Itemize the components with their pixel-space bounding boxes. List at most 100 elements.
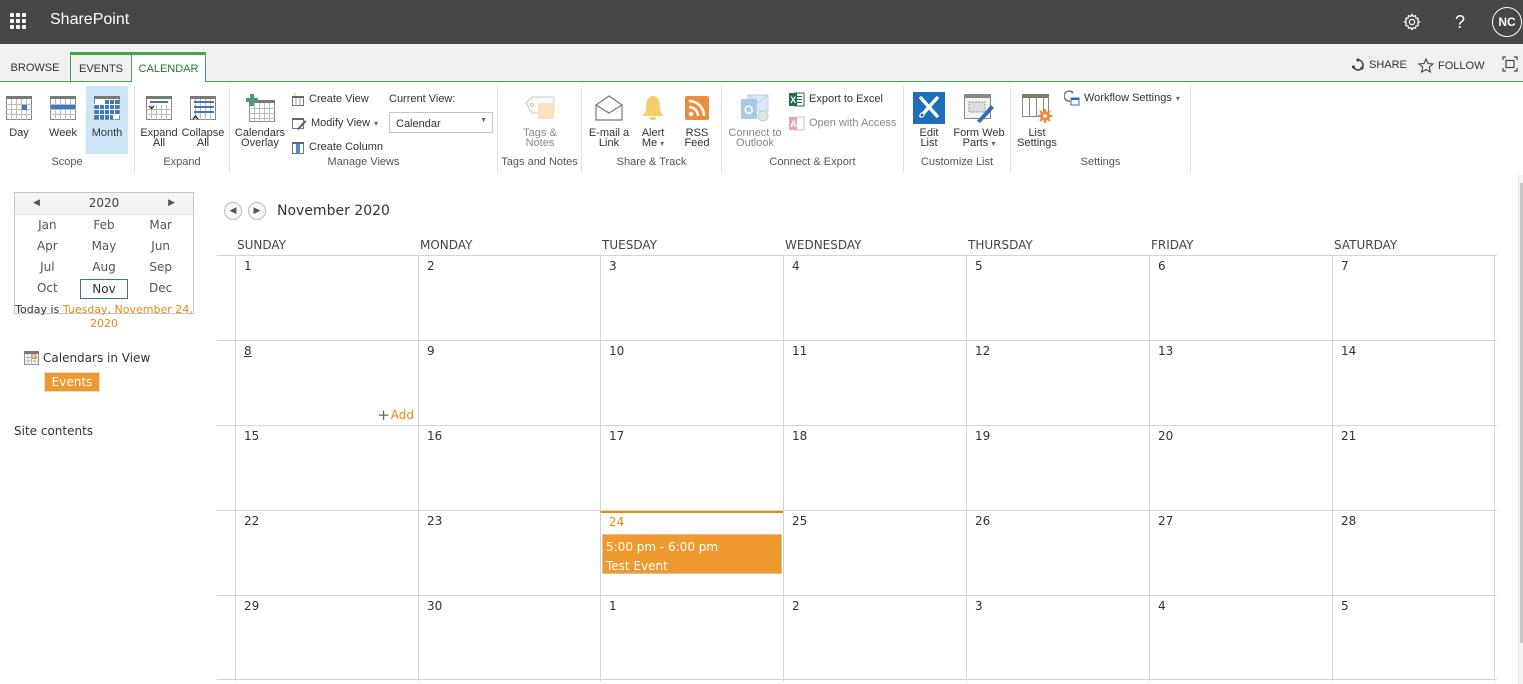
day-cell[interactable]: 28: [1332, 511, 1495, 596]
day-number-link[interactable]: 2: [792, 599, 800, 613]
site-contents-link[interactable]: Site contents: [14, 424, 93, 438]
settings-gear-icon[interactable]: [1398, 8, 1426, 36]
events-calendar-chip[interactable]: Events: [44, 372, 100, 392]
month-option-jun[interactable]: Jun: [132, 237, 189, 257]
month-option-sep[interactable]: Sep: [132, 258, 189, 278]
edit-list-button[interactable]: Edit List: [909, 86, 949, 154]
month-option-apr[interactable]: Apr: [19, 237, 76, 257]
rss-feed-button[interactable]: RSS Feed: [676, 86, 718, 154]
focus-on-content-button[interactable]: [1502, 56, 1518, 72]
form-web-parts-button[interactable]: Form Web Parts ▾: [951, 86, 1007, 154]
share-button[interactable]: SHARE: [1351, 58, 1407, 72]
day-number-link[interactable]: 1: [609, 599, 617, 613]
email-link-button[interactable]: E-mail a Link: [586, 86, 632, 154]
day-cell[interactable]: 30: [418, 596, 600, 681]
day-number-link[interactable]: 11: [792, 344, 807, 358]
day-cell[interactable]: 8 + Add: [235, 341, 418, 426]
day-cell[interactable]: 17: [600, 426, 783, 511]
day-number-link[interactable]: 7: [1341, 259, 1349, 273]
day-number-link[interactable]: 9: [427, 344, 435, 358]
day-number-link[interactable]: 17: [609, 429, 624, 443]
month-option-may[interactable]: May: [76, 237, 133, 257]
day-cell[interactable]: 13: [1149, 341, 1332, 426]
day-cell[interactable]: 7: [1332, 256, 1495, 341]
next-month-button[interactable]: ▶: [248, 202, 266, 220]
day-cell[interactable]: 20: [1149, 426, 1332, 511]
day-number-link[interactable]: 2: [427, 259, 435, 273]
list-settings-button[interactable]: List Settings: [1015, 86, 1059, 154]
alert-me-button[interactable]: Alert Me ▾: [636, 86, 670, 154]
day-number-link[interactable]: 28: [1341, 514, 1356, 528]
app-name[interactable]: SharePoint: [50, 11, 129, 29]
calendars-overlay-button[interactable]: Calendars Overlay: [233, 86, 287, 154]
modify-view-button[interactable]: Modify View ▾: [291, 114, 378, 132]
day-cell[interactable]: 3: [600, 256, 783, 341]
day-number-link[interactable]: 3: [975, 599, 983, 613]
day-cell-today[interactable]: 24 5:00 pm - 6:00 pm Test Event: [600, 511, 783, 596]
day-cell[interactable]: 14: [1332, 341, 1495, 426]
day-cell[interactable]: 18: [783, 426, 966, 511]
week-view-button[interactable]: Week: [44, 86, 82, 154]
tab-events[interactable]: EVENTS: [70, 52, 132, 82]
month-option-jan[interactable]: Jan: [19, 216, 76, 236]
day-number-link[interactable]: 4: [1158, 599, 1166, 613]
day-number-link[interactable]: 1: [244, 259, 252, 273]
day-cell[interactable]: 11: [783, 341, 966, 426]
day-number-link[interactable]: 6: [1158, 259, 1166, 273]
day-number-link[interactable]: 21: [1341, 429, 1356, 443]
day-number-link[interactable]: 14: [1341, 344, 1356, 358]
tab-calendar[interactable]: CALENDAR: [131, 52, 206, 82]
month-option-feb[interactable]: Feb: [76, 216, 133, 236]
follow-button[interactable]: FOLLOW: [1418, 58, 1484, 73]
day-number-link[interactable]: 24: [609, 515, 624, 529]
day-cell[interactable]: 12: [966, 341, 1149, 426]
day-number-link[interactable]: 20: [1158, 429, 1173, 443]
day-cell[interactable]: 29: [235, 596, 418, 681]
help-icon[interactable]: ?: [1446, 8, 1474, 36]
vertical-scrollbar[interactable]: [1518, 175, 1523, 684]
day-cell[interactable]: 19: [966, 426, 1149, 511]
day-cell[interactable]: 5: [966, 256, 1149, 341]
day-cell[interactable]: 27: [1149, 511, 1332, 596]
today-date-link[interactable]: Tuesday, November 24, 2020: [63, 303, 193, 330]
day-number-link[interactable]: 27: [1158, 514, 1173, 528]
day-cell[interactable]: 5: [1332, 596, 1495, 681]
day-cell[interactable]: 26: [966, 511, 1149, 596]
day-cell[interactable]: 6: [1149, 256, 1332, 341]
add-event-button[interactable]: + Add: [377, 408, 414, 423]
previous-year-arrow-icon[interactable]: ◀: [33, 193, 40, 214]
day-number-link[interactable]: 16: [427, 429, 442, 443]
month-view-button[interactable]: Month: [86, 86, 128, 154]
day-number-link[interactable]: 5: [1341, 599, 1349, 613]
month-option-mar[interactable]: Mar: [132, 216, 189, 236]
day-number-link[interactable]: 8: [244, 344, 252, 358]
day-cell[interactable]: 4: [1149, 596, 1332, 681]
day-cell[interactable]: 15: [235, 426, 418, 511]
current-view-select[interactable]: Calendar ▼: [389, 112, 493, 133]
month-option-jul[interactable]: Jul: [19, 258, 76, 278]
day-number-link[interactable]: 23: [427, 514, 442, 528]
create-view-button[interactable]: Create View: [291, 90, 369, 108]
day-view-button[interactable]: Day: [2, 86, 36, 154]
open-access-button[interactable]: A Open with Access: [789, 114, 896, 132]
collapse-all-button[interactable]: Collapse All: [182, 86, 224, 154]
day-number-link[interactable]: 5: [975, 259, 983, 273]
month-option-dec[interactable]: Dec: [132, 279, 189, 299]
day-cell[interactable]: 3: [966, 596, 1149, 681]
day-cell[interactable]: 22: [235, 511, 418, 596]
connect-outlook-button[interactable]: O Connect to Outlook: [726, 86, 784, 154]
day-number-link[interactable]: 12: [975, 344, 990, 358]
create-column-button[interactable]: Create Column: [291, 138, 383, 156]
expand-all-button[interactable]: Expand All: [139, 86, 179, 154]
day-cell[interactable]: 25: [783, 511, 966, 596]
day-number-link[interactable]: 4: [792, 259, 800, 273]
day-number-link[interactable]: 3: [609, 259, 617, 273]
next-year-arrow-icon[interactable]: ▶: [168, 193, 175, 214]
day-number-link[interactable]: 10: [609, 344, 624, 358]
user-avatar[interactable]: NC: [1492, 7, 1522, 37]
day-cell[interactable]: 23: [418, 511, 600, 596]
export-excel-button[interactable]: X Export to Excel: [789, 90, 883, 108]
previous-month-button[interactable]: ◀: [224, 202, 242, 220]
day-number-link[interactable]: 29: [244, 599, 259, 613]
month-option-aug[interactable]: Aug: [76, 258, 133, 278]
